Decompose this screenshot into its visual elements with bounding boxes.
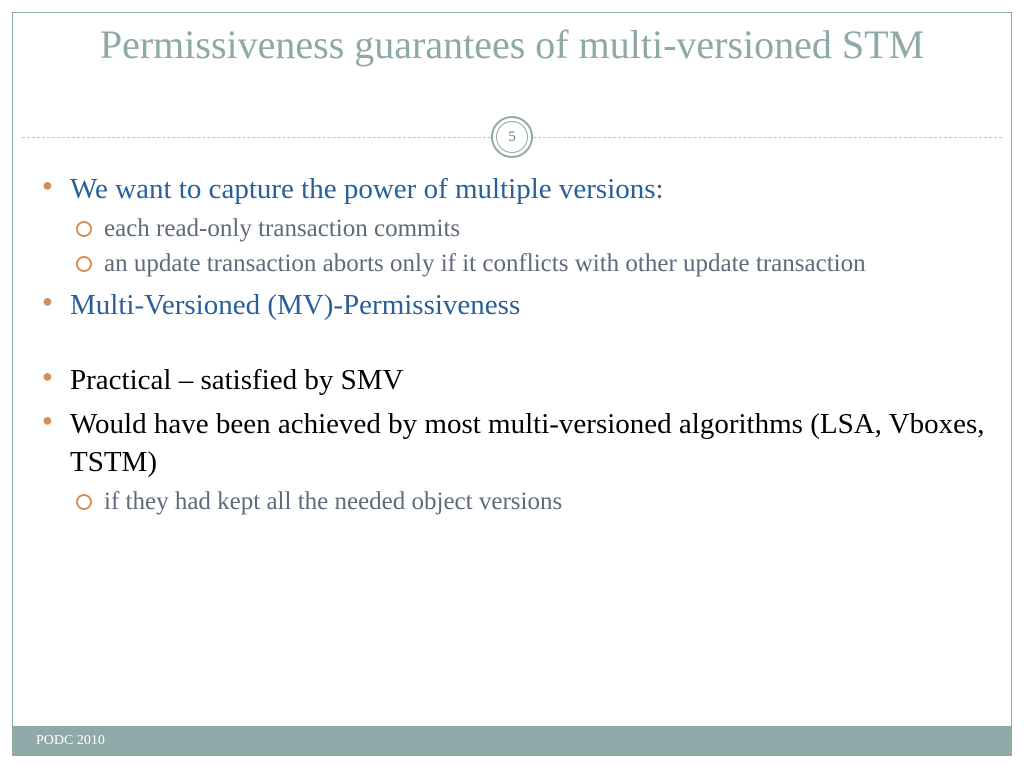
sub-bullet-text: if they had kept all the needed object v…	[104, 488, 562, 515]
slide-title: Permissiveness guarantees of multi-versi…	[40, 22, 984, 68]
sub-bullet-text: an update transaction aborts only if it …	[104, 250, 866, 277]
sub-bullet-item: if they had kept all the needed object v…	[70, 485, 986, 518]
page-number: 5	[496, 121, 528, 153]
sub-bullet-text: each read-only transaction commits	[104, 215, 460, 242]
sub-bullet-item: an update transaction aborts only if it …	[70, 247, 986, 280]
page-number-badge: 5	[491, 116, 533, 158]
footer-bar: PODC 2010	[12, 726, 1012, 756]
slide: Permissiveness guarantees of multi-versi…	[0, 0, 1024, 768]
bullet-text: Would have been achieved by most multi-v…	[70, 408, 984, 478]
bullet-text: Multi-Versioned (MV)-Permissiveness	[70, 289, 520, 321]
sub-bullet-item: each read-only transaction commits	[70, 212, 986, 245]
spacer	[38, 331, 986, 361]
bullet-text: Practical – satisfied by SMV	[70, 364, 403, 396]
slide-content: We want to capture the power of multiple…	[38, 170, 986, 524]
bullet-item: We want to capture the power of multiple…	[38, 170, 986, 280]
footer-text: PODC 2010	[36, 733, 105, 749]
bullet-item: Multi-Versioned (MV)-Permissiveness	[38, 286, 986, 324]
bullet-item: Would have been achieved by most multi-v…	[38, 405, 986, 519]
bullet-text: We want to capture the power of multiple…	[70, 173, 664, 205]
bullet-item: Practical – satisfied by SMV	[38, 361, 986, 399]
